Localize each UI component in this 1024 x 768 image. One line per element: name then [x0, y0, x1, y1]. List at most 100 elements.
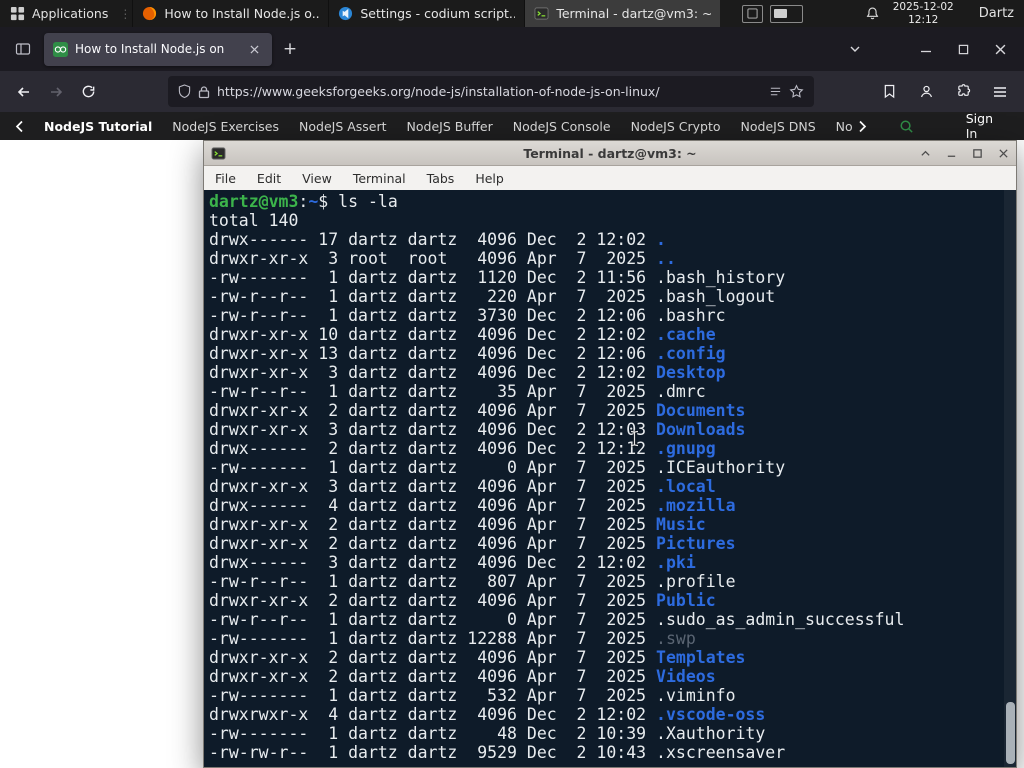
site-nav-link[interactable]: NodeJS Console [513, 119, 611, 134]
terminal-titlebar[interactable]: Terminal - dartz@vm3: ~ [204, 141, 1016, 166]
terminal-line: drwxr-xr-x 3 root root 4096 Apr 7 2025 .… [209, 249, 676, 268]
file-name: .bash_logout [656, 287, 776, 306]
terminal-line: -rw-r--r-- 1 dartz dartz 220 Apr 7 2025 … [209, 287, 776, 306]
shade-window-button[interactable] [920, 148, 931, 159]
site-nav-link[interactable]: NodeJS Buffer [407, 119, 493, 134]
terminal-output: total 140 drwx------ 17 dartz dartz 4096 … [209, 211, 1016, 762]
terminal-line: -rw------- 1 dartz dartz 12288 Apr 7 202… [209, 629, 696, 648]
site-nav-link[interactable]: NodeJS Assert [299, 119, 387, 134]
tab-close-icon[interactable] [245, 40, 263, 58]
panel-username[interactable]: Dartz [979, 6, 1014, 21]
terminal-line: drwxr-xr-x 3 dartz dartz 4096 Dec 2 12:0… [209, 363, 726, 382]
close-window-button[interactable] [998, 148, 1009, 159]
codium-icon [338, 6, 353, 21]
firefox-icon [142, 6, 157, 21]
file-name: .swp [656, 629, 696, 648]
terminal-line: drwxr-xr-x 2 dartz dartz 4096 Apr 7 2025… [209, 534, 736, 553]
tab-title: How to Install Node.js on [75, 42, 225, 56]
applications-label: Applications [32, 6, 109, 21]
workspace-switcher[interactable] [769, 4, 803, 23]
menu-file[interactable]: File [215, 171, 236, 186]
site-nav-link[interactable]: NodeJS Crypto [631, 119, 721, 134]
browser-toolbar: https://www.geeksforgeeks.org/node-js/in… [0, 71, 1024, 112]
search-icon[interactable] [899, 119, 914, 134]
sign-in-button[interactable]: Sign In [966, 111, 993, 141]
taskbar-button-browser[interactable]: How to Install Node.js o... [132, 0, 328, 27]
new-tab-button[interactable]: + [275, 34, 305, 64]
file-name: Desktop [656, 363, 726, 382]
window-maximize-button[interactable] [948, 36, 978, 62]
lock-icon[interactable] [198, 85, 210, 99]
panel-clock[interactable]: 2025-12-02 12:12 [893, 1, 954, 26]
terminal-line: -rw------- 1 dartz dartz 0 Apr 7 2025 .I… [209, 458, 786, 477]
taskbar-button-codium[interactable]: Settings - codium script... [328, 0, 524, 27]
terminal-line: -rw------- 1 dartz dartz 48 Dec 2 10:39 … [209, 724, 766, 743]
account-icon[interactable] [910, 77, 942, 107]
terminal-icon [211, 146, 226, 161]
file-name: .cache [656, 325, 716, 344]
scrollbar-thumb[interactable] [1006, 702, 1015, 764]
indicator-icon[interactable] [741, 4, 763, 23]
firefox-view-icon[interactable] [9, 35, 37, 63]
terminal-scrollbar[interactable] [1004, 190, 1016, 767]
terminal-line: drwxr-xr-x 2 dartz dartz 4096 Apr 7 2025… [209, 648, 746, 667]
menu-edit[interactable]: Edit [257, 171, 281, 186]
notification-bell-icon[interactable] [865, 6, 880, 21]
site-nav-link[interactable]: NodeJS DNS [741, 119, 816, 134]
terminal-content[interactable]: dartz@vm3:~$ ls -la total 140 drwx------ … [204, 190, 1016, 767]
taskbar-button-terminal[interactable]: Terminal - dartz@vm3: ~ [524, 0, 721, 27]
file-name: Public [656, 591, 716, 610]
prompt-path: ~ [308, 192, 319, 211]
file-name: Documents [656, 401, 746, 420]
reader-mode-icon[interactable] [769, 85, 782, 98]
menu-help[interactable]: Help [475, 171, 504, 186]
url-text[interactable]: https://www.geeksforgeeks.org/node-js/in… [217, 84, 762, 99]
pocket-icon[interactable] [873, 77, 905, 107]
site-nav-link[interactable]: NodeJS Exercises [172, 119, 279, 134]
terminal-line: drwxr-xr-x 2 dartz dartz 4096 Apr 7 2025… [209, 591, 716, 610]
chevron-left-icon[interactable] [15, 120, 24, 133]
site-nav-link[interactable]: Node [836, 119, 852, 134]
file-name: .bashrc [656, 306, 726, 325]
file-name: .config [656, 344, 726, 363]
toolbar-right-icons [868, 77, 1016, 107]
site-nav-link[interactable]: NodeJS Tutorial [44, 119, 152, 134]
terminal-line: drwxr-xr-x 13 dartz dartz 4096 Dec 2 12:… [209, 344, 726, 363]
reload-button[interactable] [72, 77, 104, 107]
file-name: .ICEauthority [656, 458, 786, 477]
terminal-line: -rw-r--r-- 1 dartz dartz 807 Apr 7 2025 … [209, 572, 736, 591]
chevron-right-icon[interactable] [858, 120, 867, 133]
terminal-window: Terminal - dartz@vm3: ~ File Edit View T… [203, 140, 1017, 768]
bookmark-star-icon[interactable] [789, 84, 804, 99]
maximize-window-button[interactable] [972, 148, 983, 159]
window-minimize-button[interactable] [911, 36, 941, 62]
terminal-line: drwxr-xr-x 10 dartz dartz 4096 Dec 2 12:… [209, 325, 716, 344]
browser-tab[interactable]: How to Install Node.js on [44, 32, 272, 66]
menu-tabs[interactable]: Tabs [427, 171, 455, 186]
menu-view[interactable]: View [302, 171, 332, 186]
top-panel: Applications ⋮ How to Install Node.js o.… [0, 0, 1024, 27]
file-name: .profile [656, 572, 736, 591]
menu-terminal[interactable]: Terminal [353, 171, 406, 186]
clock-date: 2025-12-02 [892, 1, 954, 14]
panel-handle: ⋮ [119, 6, 132, 21]
back-button[interactable] [8, 77, 40, 107]
file-name: Music [656, 515, 706, 534]
terminal-line: drwx------ 17 dartz dartz 4096 Dec 2 12:… [209, 230, 666, 249]
list-tabs-chevron-icon[interactable] [842, 36, 868, 62]
terminal-line: -rw-r--r-- 1 dartz dartz 0 Apr 7 2025 .s… [209, 610, 905, 629]
minimize-window-button[interactable] [946, 148, 957, 159]
applications-menu-button[interactable]: Applications [0, 0, 118, 27]
url-bar[interactable]: https://www.geeksforgeeks.org/node-js/in… [168, 76, 814, 107]
file-name: .dmrc [656, 382, 706, 401]
forward-button[interactable] [40, 77, 72, 107]
menu-hamburger-icon[interactable] [984, 77, 1016, 107]
tracking-shield-icon[interactable] [178, 84, 191, 99]
file-name: .local [656, 477, 716, 496]
file-name: Videos [656, 667, 716, 686]
terminal-line: drwx------ 4 dartz dartz 4096 Apr 7 2025… [209, 496, 736, 515]
mouse-cursor [630, 430, 639, 447]
window-close-button[interactable] [985, 36, 1015, 62]
file-name: .bash_history [656, 268, 786, 287]
extensions-icon[interactable] [947, 77, 979, 107]
